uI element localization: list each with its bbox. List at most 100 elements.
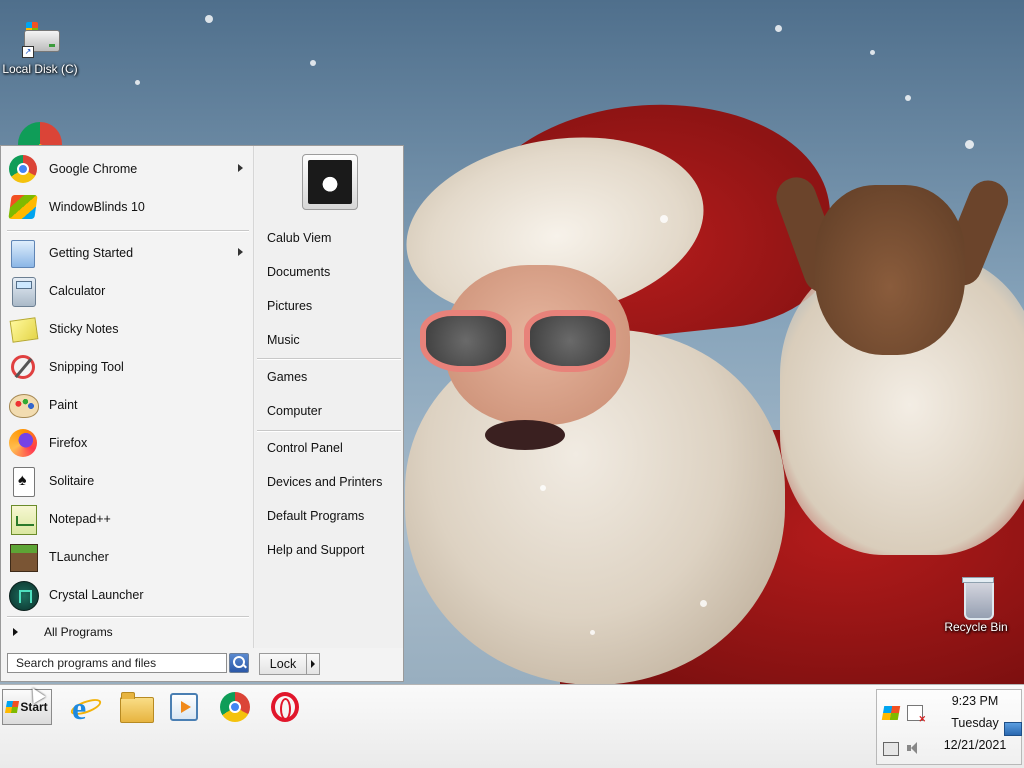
show-desktop-button[interactable] [1004,722,1022,736]
desktop-icon-label: Recycle Bin [944,620,1008,634]
link-games[interactable]: Games [267,367,307,387]
menu-separator [7,230,249,232]
desktop-icon-recycle-bin[interactable]: Recycle Bin [936,577,1016,634]
notepadpp-icon [7,503,39,535]
snowflake [965,140,974,149]
taskbar-media-player[interactable] [168,691,202,725]
link-help-and-support[interactable]: Help and Support [267,540,364,560]
taskbar: Start e 9:23 PM Tuesday 12/21/2021 [0,684,1024,768]
calculator-icon [7,275,39,307]
program-label: Firefox [49,436,88,450]
desktop-icon-label: Local Disk (C) [2,62,78,76]
clock-time: 9:23 PM [951,694,999,708]
file-explorer-icon [120,692,154,723]
snowflake [205,15,213,23]
media-player-icon [170,693,198,721]
clock-date: 12/21/2021 [943,738,1007,752]
getting-started-icon [7,237,39,269]
volume-icon[interactable] [907,741,921,755]
snowflake [775,25,782,32]
start-menu-links-pane: Calub Viem Documents Pictures Music Game… [255,146,403,648]
tlauncher-icon [7,541,39,573]
program-google-chrome[interactable]: Google Chrome [7,151,251,187]
link-computer[interactable]: Computer [267,401,322,421]
snowflake [310,60,316,66]
wallpaper-sunglasses [420,310,620,380]
arrow-right-icon [13,628,18,636]
taskbar-chrome[interactable] [219,691,253,725]
taskbar-file-explorer[interactable] [119,691,154,725]
program-getting-started[interactable]: Getting Started [7,235,251,271]
snowflake [590,630,595,635]
windows-logo-icon [5,701,20,713]
program-label: TLauncher [49,550,109,564]
link-user-folder[interactable]: Calub Viem [267,228,331,248]
program-label: Getting Started [49,246,134,260]
menu-separator [7,616,249,618]
search-input[interactable]: Search programs and files [7,653,227,673]
program-label: WindowBlinds 10 [49,200,145,214]
link-devices-and-printers[interactable]: Devices and Printers [267,472,382,492]
sticky-notes-icon [7,313,39,345]
user-avatar[interactable] [302,154,358,210]
taskbar-internet-explorer[interactable]: e [68,691,104,725]
program-solitaire[interactable]: Solitaire [7,463,251,499]
program-notepadpp[interactable]: Notepad++ [7,501,251,537]
lock-button[interactable]: Lock [259,653,307,675]
windows-flag-tray-icon[interactable] [881,706,901,720]
system-tray: 9:23 PM Tuesday 12/21/2021 [876,689,1022,765]
wallpaper-mouth [485,420,565,450]
program-label: Calculator [49,284,106,298]
desktop-icon-local-disk[interactable]: ↗ Local Disk (C) [0,20,80,76]
drive-icon: ↗ [20,20,60,60]
program-calculator[interactable]: Calculator [7,273,251,309]
program-sticky-notes[interactable]: Sticky Notes [7,311,251,347]
power-options-arrow-button[interactable] [306,653,320,675]
all-programs-label: All Programs [44,625,113,639]
program-label: Notepad++ [49,512,111,526]
paint-icon [7,389,39,421]
recycle-bin-icon [956,577,996,620]
submenu-arrow-icon[interactable] [238,164,243,172]
program-crystal-launcher[interactable]: Crystal Launcher [7,577,251,613]
program-tlauncher[interactable]: TLauncher [7,539,251,575]
wallpaper-lens [524,310,616,372]
start-menu: Google Chrome WindowBlinds 10 Getting St… [0,145,404,682]
search-icon[interactable] [229,653,249,673]
crystal-launcher-icon [7,579,39,611]
menu-separator [257,430,401,432]
snowflake [870,50,875,55]
link-pictures[interactable]: Pictures [267,296,312,316]
wallpaper-lens [420,310,512,372]
wallpaper-glove [815,185,965,355]
link-default-programs[interactable]: Default Programs [267,506,364,526]
user-picture-icon [308,160,352,204]
chrome-icon [220,692,250,722]
program-label: Paint [49,398,78,412]
program-label: Google Chrome [49,162,138,176]
submenu-arrow-icon[interactable] [238,248,243,256]
link-control-panel[interactable]: Control Panel [267,438,343,458]
snowflake [135,80,140,85]
link-music[interactable]: Music [267,330,300,350]
program-firefox[interactable]: Firefox [7,425,251,461]
link-documents[interactable]: Documents [267,262,330,282]
snowflake [700,600,707,607]
program-label: Solitaire [49,474,95,488]
program-windowblinds[interactable]: WindowBlinds 10 [7,189,251,225]
program-label: Crystal Launcher [49,588,144,602]
snipping-tool-icon [7,351,39,383]
action-center-icon[interactable] [907,705,926,725]
solitaire-icon [7,465,39,497]
menu-separator [257,358,401,360]
network-icon[interactable] [883,742,899,756]
program-label: Sticky Notes [49,322,119,336]
desktop-chrome-icon-partial[interactable] [18,122,62,146]
windowblinds-icon [7,191,39,223]
program-snipping-tool[interactable]: Snipping Tool [7,349,251,385]
firefox-icon [7,427,39,459]
all-programs-button[interactable]: All Programs [7,620,251,644]
program-paint[interactable]: Paint [7,387,251,423]
snowflake [905,95,911,101]
taskbar-opera[interactable] [268,691,302,725]
